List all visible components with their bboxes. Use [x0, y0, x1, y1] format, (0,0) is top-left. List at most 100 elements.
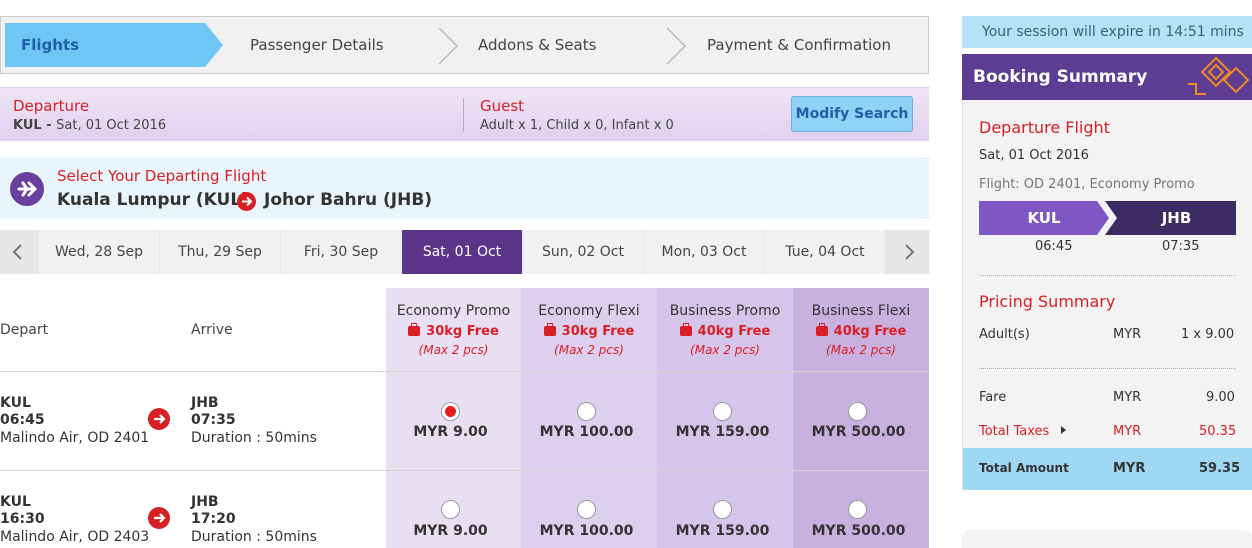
baggage-max: (Max 2 pcs)	[690, 343, 760, 357]
baggage-allowance: 40kg Free	[793, 323, 929, 339]
fare-price: MYR 500.00	[811, 424, 906, 440]
divider	[463, 98, 464, 132]
depart-time: 16:30	[0, 511, 45, 527]
route-destination-pill: JHB	[1105, 201, 1236, 235]
pricing-summary-title: Pricing Summary	[979, 292, 1116, 311]
chevron-right-icon	[438, 28, 459, 64]
fare-currency: MYR	[1113, 390, 1142, 405]
departure-code: KUL -	[13, 118, 57, 133]
fare-name: Business Promo	[669, 303, 781, 319]
baggage-text: 30kg Free	[561, 324, 635, 339]
total-currency: MYR	[1113, 461, 1146, 476]
duration: Duration : 50mins	[191, 529, 317, 545]
prev-dates-button[interactable]	[0, 230, 36, 274]
flight-info: Flight: OD 2401, Economy Promo	[979, 177, 1195, 192]
depart-time: 06:45	[0, 412, 45, 428]
session-timer: Your session will expire in 14:51 mins	[962, 16, 1252, 48]
arrive-code: JHB	[191, 395, 219, 411]
arrive-time: 17:20	[191, 511, 236, 527]
date-tab[interactable]: Tue, 04 Oct	[765, 230, 885, 274]
step-flights[interactable]: Flights	[5, 23, 223, 67]
departure-date: Sat, 01 Oct 2016	[56, 118, 167, 133]
fare-price: MYR 159.00	[675, 523, 770, 539]
date-tab[interactable]: Thu, 29 Sep	[160, 230, 280, 274]
luggage-icon	[679, 323, 692, 336]
dotted-divider	[979, 368, 1236, 369]
fare-radio-selected[interactable]	[441, 402, 460, 421]
fare-label: Fare	[979, 390, 1007, 405]
search-summary: Departure KUL - Sat, 01 Oct 2016 Guest A…	[0, 87, 929, 141]
fare-radio[interactable]	[713, 500, 732, 519]
route-header: Select Your Departing Flight Kuala Lumpu…	[0, 157, 929, 219]
baggage-text: 40kg Free	[833, 324, 907, 339]
fare-name: Economy Promo	[396, 303, 511, 319]
booking-summary-header: Booking Summary	[962, 54, 1252, 100]
date-strip: Wed, 28 Sep Thu, 29 Sep Fri, 30 Sep Sat,…	[0, 230, 929, 274]
fare-radio[interactable]	[577, 402, 596, 421]
departure-value: KUL - Sat, 01 Oct 2016	[13, 118, 166, 133]
fare-price: MYR 500.00	[811, 523, 906, 539]
carrier: Malindo Air, OD 2403	[0, 529, 150, 545]
date-tab[interactable]: Wed, 28 Sep	[39, 230, 159, 274]
next-dates-button[interactable]	[891, 230, 927, 274]
fare-radio[interactable]	[441, 500, 460, 519]
total-value: 59.35	[1199, 461, 1241, 476]
departure-flight-title: Departure Flight	[979, 118, 1110, 137]
arrive-code: JHB	[191, 494, 219, 510]
route-origin-pill: KUL	[979, 201, 1109, 235]
baggage-text: 30kg Free	[426, 324, 499, 339]
carrier: Malindo Air, OD 2401	[0, 430, 150, 446]
chevron-right-icon	[666, 28, 687, 64]
baggage-max: (Max 2 pcs)	[418, 343, 489, 357]
fare-radio[interactable]	[848, 402, 867, 421]
guest-label: Guest	[480, 97, 525, 115]
arrive-header: Arrive	[191, 322, 233, 338]
date-tab[interactable]: Sun, 02 Oct	[523, 230, 643, 274]
date-tab-selected[interactable]: Sat, 01 Oct	[402, 230, 522, 274]
select-flight-label: Select Your Departing Flight	[57, 167, 267, 185]
date-tab[interactable]: Fri, 30 Sep	[281, 230, 401, 274]
fare-price: MYR 100.00	[539, 424, 634, 440]
ornament-pattern-icon	[1188, 56, 1250, 95]
step-passenger-details[interactable]: Passenger Details	[250, 17, 384, 73]
dotted-divider	[979, 275, 1236, 276]
baggage-text: 40kg Free	[697, 324, 771, 339]
luggage-icon	[543, 323, 556, 336]
fare-radio[interactable]	[848, 500, 867, 519]
total-taxes-label: Total Taxes	[979, 424, 1050, 439]
modify-search-button[interactable]: Modify Search	[791, 96, 913, 132]
chevron-left-icon	[12, 244, 22, 260]
chevron-right-icon	[905, 244, 915, 260]
destination-city: Johor Bahru (JHB)	[264, 190, 433, 210]
origin-time: 06:45	[1035, 239, 1073, 254]
fare-radio[interactable]	[577, 500, 596, 519]
date-tab[interactable]: Mon, 03 Oct	[644, 230, 764, 274]
fare-name: Business Flexi	[811, 303, 911, 319]
baggage-allowance: 30kg Free	[521, 323, 657, 339]
adult-label: Adult(s)	[979, 327, 1030, 342]
guest-value: Adult x 1, Child x 0, Infant x 0	[480, 118, 674, 133]
depart-code: KUL	[0, 395, 31, 411]
total-taxes-toggle[interactable]: Total Taxes	[979, 424, 1068, 439]
fare-price: MYR 9.00	[413, 523, 488, 539]
step-payment-confirmation[interactable]: Payment & Confirmation	[707, 17, 891, 73]
step-addons-seats[interactable]: Addons & Seats	[478, 17, 596, 73]
fare-price: MYR 159.00	[675, 424, 770, 440]
departure-label: Departure	[13, 97, 90, 115]
arrow-right-icon	[148, 408, 170, 430]
progress-stepper: Flights Passenger Details Addons & Seats…	[0, 16, 929, 74]
arrive-time: 07:35	[191, 412, 236, 428]
taxes-currency: MYR	[1113, 424, 1142, 439]
booking-summary-panel: Departure Flight Sat, 01 Oct 2016 Flight…	[962, 100, 1252, 490]
caret-right-icon	[1061, 426, 1067, 434]
fare-name: Economy Flexi	[538, 303, 640, 319]
fare-radio[interactable]	[713, 402, 732, 421]
depart-code: KUL	[0, 494, 31, 510]
taxes-value: 50.35	[1199, 424, 1237, 439]
arrow-right-icon	[237, 192, 256, 211]
adult-currency: MYR	[1113, 327, 1142, 342]
baggage-allowance: 30kg Free	[386, 323, 521, 339]
booking-page: Flights Passenger Details Addons & Seats…	[0, 0, 1252, 548]
arrow-right-icon	[148, 507, 170, 529]
sidebar-lower-card	[962, 530, 1252, 548]
